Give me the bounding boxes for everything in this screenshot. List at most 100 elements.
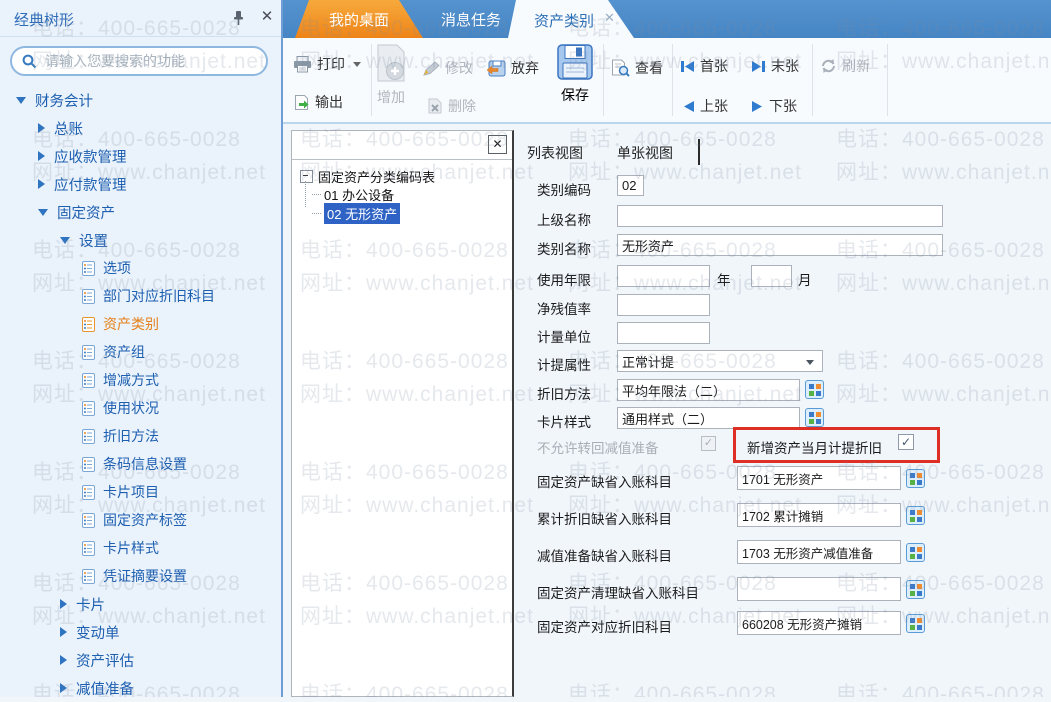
residual-rate-label: 净残值率 xyxy=(537,302,591,317)
export-button[interactable]: 输出 xyxy=(293,92,343,112)
card-style-input[interactable] xyxy=(617,407,800,429)
last-record-icon xyxy=(752,60,765,72)
sidebar: 经典树形 ✕ 财务会计 总账 应收款管理 应付款管理 固定资产 设置 选项 部门… xyxy=(0,0,283,698)
tab-asset-category[interactable]: 资产类别 ✕ xyxy=(508,0,634,38)
view-icon xyxy=(612,59,630,77)
modify-button[interactable]: 修改 xyxy=(423,58,473,78)
category-name-input[interactable] xyxy=(617,234,943,256)
sidebar-item-asset-category[interactable]: 资产类别 xyxy=(0,310,281,338)
abandon-button[interactable]: 放弃 xyxy=(486,58,539,78)
prev-record-button[interactable]: 上张 xyxy=(682,96,728,116)
sidebar-item-card-styles[interactable]: 卡片样式 xyxy=(0,534,281,562)
sidebar-item-depreciation-methods[interactable]: 折旧方法 xyxy=(0,422,281,450)
no-reversal-checkbox[interactable] xyxy=(701,436,716,451)
sidebar-item-card-items[interactable]: 卡片项目 xyxy=(0,478,281,506)
tree-node-intangible-assets[interactable]: 02 无形资产 xyxy=(312,203,401,224)
tree-connector-line xyxy=(305,181,306,207)
prev-record-icon xyxy=(684,100,694,112)
sidebar-node-receivables[interactable]: 应收款管理 xyxy=(0,142,281,170)
sidebar-close-icon[interactable]: ✕ xyxy=(258,8,276,26)
chevron-down-icon xyxy=(38,208,48,216)
sidebar-search-box[interactable] xyxy=(10,46,268,76)
chevron-down-icon xyxy=(806,360,814,365)
sidebar-item-asset-group[interactable]: 资产组 xyxy=(0,338,281,366)
document-icon xyxy=(82,400,95,416)
print-button[interactable]: 打印 xyxy=(293,54,361,74)
sidebar-node-impairment[interactable]: 减值准备 xyxy=(0,674,281,702)
depreciation-mapping-label: 固定资产对应折旧科目 xyxy=(537,620,672,635)
impairment-account-browse-icon[interactable] xyxy=(906,543,925,562)
depreciation-mapping-input[interactable] xyxy=(737,611,901,635)
sidebar-item-usage-status[interactable]: 使用状况 xyxy=(0,394,281,422)
sidebar-node-asset-valuation[interactable]: 资产评估 xyxy=(0,646,281,674)
sidebar-item-voucher-summary-settings[interactable]: 凭证摘要设置 xyxy=(0,562,281,590)
measure-unit-label: 计量单位 xyxy=(537,330,591,345)
card-style-browse-icon[interactable] xyxy=(805,408,824,427)
impairment-account-input[interactable] xyxy=(737,540,901,564)
last-record-button[interactable]: 末张 xyxy=(751,56,799,76)
sidebar-item-dept-depreciation-accounts[interactable]: 部门对应折旧科目 xyxy=(0,282,281,310)
accrue-current-month-checkbox[interactable] xyxy=(898,434,914,450)
parent-name-input[interactable] xyxy=(617,205,943,227)
sidebar-item-change-methods[interactable]: 增减方式 xyxy=(0,366,281,394)
depreciation-mapping-browse-icon[interactable] xyxy=(906,614,925,633)
tree-node-office-equipment[interactable]: 01 办公设备 xyxy=(312,185,394,204)
tab-my-desktop[interactable]: 我的桌面 xyxy=(295,0,423,38)
asset-account-input[interactable] xyxy=(737,466,901,490)
sidebar-item-barcode-settings[interactable]: 条码信息设置 xyxy=(0,450,281,478)
cleanup-account-input[interactable] xyxy=(737,577,901,601)
tab-close-icon[interactable]: ✕ xyxy=(604,10,615,26)
depreciation-account-browse-icon[interactable] xyxy=(906,506,925,525)
sidebar-item-options[interactable]: 选项 xyxy=(0,254,281,282)
tab-list-view[interactable]: 列表视图 xyxy=(527,143,583,163)
view-button[interactable]: 查看 xyxy=(611,58,663,78)
document-icon xyxy=(82,344,95,360)
search-input[interactable] xyxy=(43,52,266,70)
asset-account-browse-icon[interactable] xyxy=(906,469,925,488)
add-button[interactable]: 增加 xyxy=(376,44,406,107)
collapse-minus-icon[interactable] xyxy=(300,170,313,183)
depreciation-method-input[interactable] xyxy=(617,379,800,401)
sidebar-node-change-orders[interactable]: 变动单 xyxy=(0,618,281,646)
sidebar-node-payables[interactable]: 应付款管理 xyxy=(0,170,281,198)
document-icon xyxy=(82,540,95,556)
chevron-right-icon xyxy=(38,151,45,161)
delete-icon xyxy=(428,98,442,114)
year-unit-label: 年 xyxy=(717,273,731,288)
depreciation-method-browse-icon[interactable] xyxy=(805,380,824,399)
delete-button[interactable]: 删除 xyxy=(427,96,476,116)
tab-single-view[interactable]: 单张视图 xyxy=(617,143,673,163)
refresh-button[interactable]: 刷新 xyxy=(820,56,870,76)
document-icon xyxy=(82,372,95,388)
residual-rate-input[interactable] xyxy=(617,294,710,316)
category-name-label: 类别名称 xyxy=(537,242,591,257)
depreciation-account-input[interactable] xyxy=(737,503,901,527)
first-record-button[interactable]: 首张 xyxy=(680,56,728,76)
sidebar-node-general-ledger[interactable]: 总账 xyxy=(0,114,281,142)
cleanup-account-browse-icon[interactable] xyxy=(906,580,925,599)
sidebar-node-financial-accounting[interactable]: 财务会计 xyxy=(0,86,281,114)
refresh-icon xyxy=(822,59,835,73)
add-icon xyxy=(377,44,405,82)
next-record-button[interactable]: 下张 xyxy=(751,96,797,116)
panel-close-icon[interactable]: ✕ xyxy=(488,135,507,154)
sidebar-node-fixed-assets[interactable]: 固定资产 xyxy=(0,198,281,226)
tree-root-node[interactable]: 固定资产分类编码表 xyxy=(300,167,435,186)
measure-unit-input[interactable] xyxy=(617,322,710,344)
accrual-attr-select[interactable]: 正常计提 xyxy=(617,350,823,372)
document-icon xyxy=(82,316,95,332)
accrual-attr-label: 计提属性 xyxy=(537,358,591,373)
search-icon xyxy=(22,54,37,68)
useful-life-month-input[interactable] xyxy=(751,265,792,287)
useful-life-year-input[interactable] xyxy=(617,265,710,287)
pin-icon[interactable] xyxy=(230,10,248,28)
sidebar-item-asset-labels[interactable]: 固定资产标签 xyxy=(0,506,281,534)
card-style-label: 卡片样式 xyxy=(537,415,591,430)
month-unit-label: 月 xyxy=(798,273,812,288)
asset-account-label: 固定资产缺省入账科目 xyxy=(537,475,672,490)
save-button[interactable]: 保存 xyxy=(557,44,593,105)
cleanup-account-label: 固定资产清理缺省入账科目 xyxy=(537,586,699,601)
sidebar-node-settings[interactable]: 设置 xyxy=(0,226,281,254)
sidebar-node-cards[interactable]: 卡片 xyxy=(0,590,281,618)
category-code-input[interactable] xyxy=(617,175,644,196)
